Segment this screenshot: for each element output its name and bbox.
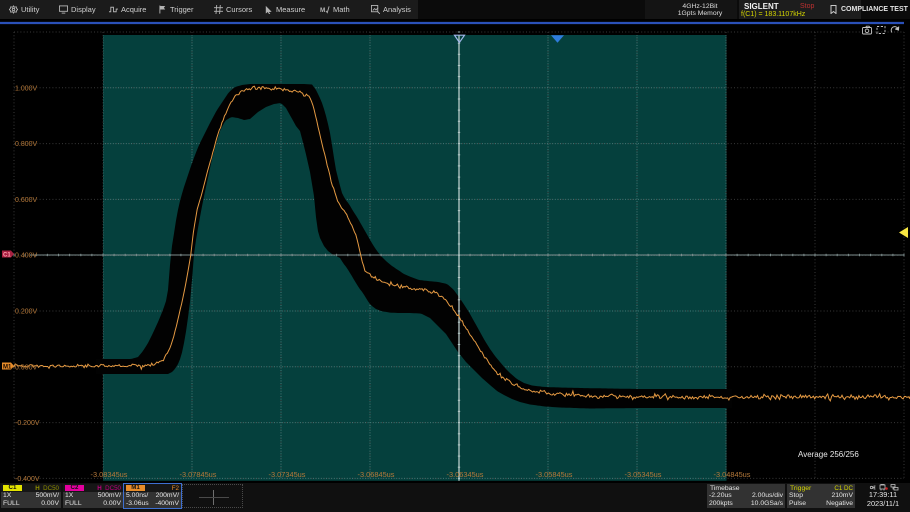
svg-text:-0.400V: -0.400V [15,476,40,483]
svg-text:C1: C1 [3,252,11,258]
svg-text:-3.07345us: -3.07345us [269,470,306,479]
svg-text:-3.05845us: -3.05845us [536,470,573,479]
svg-text:-3.05345us: -3.05345us [625,470,662,479]
svg-text:-3.04845us: -3.04845us [714,470,751,479]
svg-text:-0.200V: -0.200V [15,420,40,427]
svg-text:0.200V: 0.200V [15,309,38,316]
svg-text:1.000V: 1.000V [15,85,38,92]
svg-text:-3.06845us: -3.06845us [358,470,395,479]
svg-text:0.400V: 0.400V [15,253,38,260]
svg-text:-3.08345us: -3.08345us [91,470,128,479]
svg-text:Average 256/256: Average 256/256 [798,450,859,459]
svg-text:0.600V: 0.600V [15,197,38,204]
svg-text:0.000V: 0.000V [15,364,38,371]
svg-text:-3.07845us: -3.07845us [180,470,217,479]
svg-text:0.800V: 0.800V [15,141,38,148]
svg-text:-3.06345us: -3.06345us [447,470,484,479]
svg-text:M1: M1 [3,364,12,370]
svg-text:M: M [320,7,325,14]
